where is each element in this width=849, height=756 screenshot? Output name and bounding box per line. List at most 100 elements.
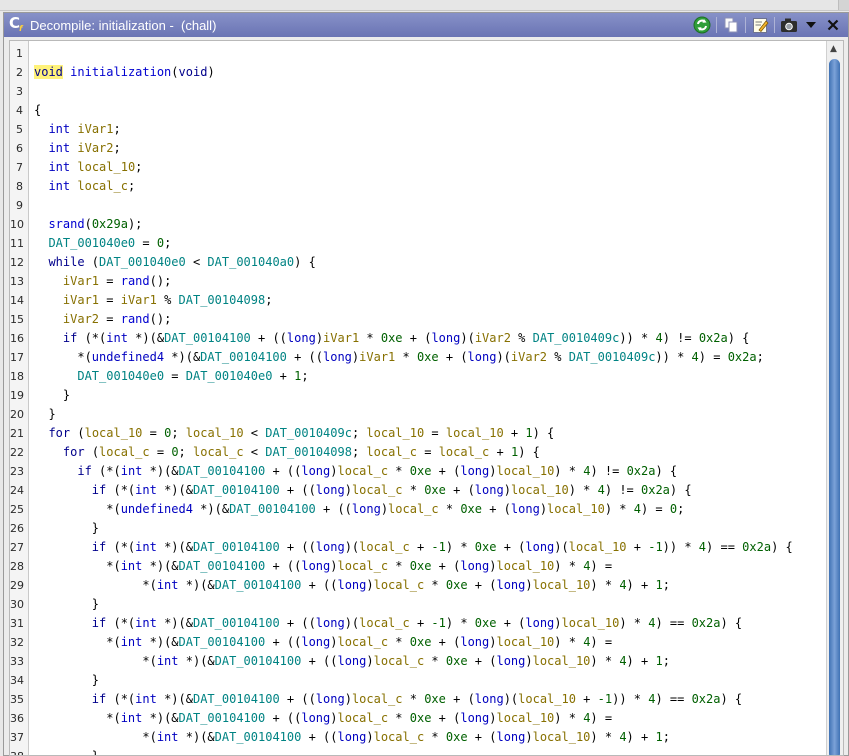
code-text[interactable]: if (*(int *)(&DAT_00104100 + ((long)loca… <box>34 481 692 500</box>
code-punct: ) { <box>294 255 316 269</box>
code-text[interactable]: *(int *)(&DAT_00104100 + ((long)local_c … <box>34 557 612 576</box>
code-line[interactable]: 11 DAT_001040e0 = 0; <box>10 234 828 253</box>
code-token: srand <box>48 217 85 231</box>
code-punct: )) * <box>619 331 656 345</box>
code-text[interactable]: iVar1 = rand(); <box>34 272 171 291</box>
code-text[interactable]: } <box>34 519 99 538</box>
edit-signature-button[interactable] <box>749 15 771 35</box>
code-text[interactable]: *(int *)(&DAT_00104100 + ((long)local_c … <box>34 709 612 728</box>
code-text[interactable]: DAT_001040e0 = DAT_001040e0 + 1; <box>34 367 308 386</box>
code-line[interactable]: 26 } <box>10 519 828 538</box>
code-text[interactable]: *(undefined4 *)(&DAT_00104100 + ((long)l… <box>34 500 684 519</box>
code-line[interactable]: 8 int local_c; <box>10 177 828 196</box>
code-text[interactable]: } <box>34 595 99 614</box>
code-token: DAT_001040a0 <box>207 255 295 269</box>
code-line[interactable]: 9 <box>10 196 828 215</box>
code-text[interactable]: int iVar2; <box>34 139 120 158</box>
code-token: 1 <box>655 578 663 592</box>
code-line[interactable]: 16 if (*(int *)(&DAT_00104100 + ((long)i… <box>10 329 828 348</box>
line-number: 10 <box>10 218 24 231</box>
code-line[interactable]: 21 for (local_10 = 0; local_10 < DAT_001… <box>10 424 828 443</box>
code-text[interactable]: } <box>34 386 70 405</box>
code-text[interactable]: *(undefined4 *)(&DAT_00104100 + ((long)i… <box>34 348 763 367</box>
code-text[interactable]: srand(0x29a); <box>34 215 142 234</box>
code-punct: *)(& <box>142 635 179 649</box>
code-text[interactable]: iVar2 = rand(); <box>34 310 171 329</box>
code-text[interactable]: DAT_001040e0 = 0; <box>34 234 171 253</box>
code-line[interactable]: 37 *(int *)(&DAT_00104100 + ((long)local… <box>10 728 828 747</box>
code-line[interactable]: 35 if (*(int *)(&DAT_00104100 + ((long)l… <box>10 690 828 709</box>
code-line[interactable]: 23 if (*(int *)(&DAT_00104100 + ((long)l… <box>10 462 828 481</box>
code-text[interactable]: if (*(int *)(&DAT_00104100 + ((long)loca… <box>34 462 677 481</box>
snapshot-button[interactable] <box>778 15 800 35</box>
code-text[interactable]: void initialization(void) <box>34 63 215 82</box>
code-text[interactable]: int local_c; <box>34 177 135 196</box>
code-text[interactable]: int iVar1; <box>34 120 120 139</box>
code-line[interactable]: 25 *(undefined4 *)(&DAT_00104100 + ((lon… <box>10 500 828 519</box>
code-line[interactable]: 34 } <box>10 671 828 690</box>
line-number: 12 <box>10 256 24 269</box>
code-line[interactable]: 17 *(undefined4 *)(&DAT_00104100 + ((lon… <box>10 348 828 367</box>
code-text[interactable]: int local_10; <box>34 158 142 177</box>
code-text[interactable]: *(int *)(&DAT_00104100 + ((long)local_c … <box>34 728 670 747</box>
code-text[interactable]: *(int *)(&DAT_00104100 + ((long)local_c … <box>34 633 612 652</box>
code-punct: = <box>149 445 172 459</box>
code-line[interactable]: 14 iVar1 = iVar1 % DAT_00104098; <box>10 291 828 310</box>
options-dropdown-button[interactable] <box>800 15 822 35</box>
code-line[interactable]: 2 void initialization(void) <box>10 63 828 82</box>
code-line[interactable]: 38 } <box>10 747 828 755</box>
code-text[interactable]: } <box>34 747 99 755</box>
code-line[interactable]: 19 } <box>10 386 828 405</box>
vertical-scrollbar[interactable]: ▲ <box>826 41 843 755</box>
code-line[interactable]: 33 *(int *)(&DAT_00104100 + ((long)local… <box>10 652 828 671</box>
code-text[interactable]: *(int *)(&DAT_00104100 + ((long)local_c … <box>34 576 670 595</box>
code-line[interactable]: 32 *(int *)(&DAT_00104100 + ((long)local… <box>10 633 828 652</box>
code-line[interactable]: 22 for (local_c = 0; local_c < DAT_00104… <box>10 443 828 462</box>
scroll-up-icon[interactable]: ▲ <box>830 44 837 54</box>
code-line[interactable]: 4{ <box>10 101 828 120</box>
code-token: 0xe <box>474 540 497 554</box>
code-line[interactable]: 31 if (*(int *)(&DAT_00104100 + ((long)(… <box>10 614 828 633</box>
code-text[interactable]: if (*(int *)(&DAT_00104100 + ((long)(loc… <box>34 614 742 633</box>
code-line[interactable]: 20 } <box>10 405 828 424</box>
code-line[interactable]: 1 <box>10 44 828 63</box>
code-text[interactable]: if (*(int *)(&DAT_00104100 + ((long)(loc… <box>34 538 793 557</box>
code-text[interactable]: for (local_c = 0; local_c < DAT_00104098… <box>34 443 540 462</box>
code-line[interactable]: 13 iVar1 = rand(); <box>10 272 828 291</box>
code-line[interactable]: 15 iVar2 = rand(); <box>10 310 828 329</box>
code-text[interactable]: iVar1 = iVar1 % DAT_00104098; <box>34 291 273 310</box>
code-punct: ) <box>525 578 533 592</box>
code-line[interactable]: 27 if (*(int *)(&DAT_00104100 + ((long)(… <box>10 538 828 557</box>
code-token: long <box>474 692 504 706</box>
code-line[interactable]: 30 } <box>10 595 828 614</box>
code-line[interactable]: 24 if (*(int *)(&DAT_00104100 + ((long)l… <box>10 481 828 500</box>
code-text[interactable]: if (*(int *)(&DAT_00104100 + ((long)iVar… <box>34 329 750 348</box>
code-punct: + (( <box>279 483 316 497</box>
code-line[interactable]: 6 int iVar2; <box>10 139 828 158</box>
code-editor[interactable]: 1 2 void initialization(void) 3 4{5 int iVar… <box>9 40 844 756</box>
code-punct: + <box>575 692 598 706</box>
code-line[interactable]: 5 int iVar1; <box>10 120 828 139</box>
code-line[interactable]: 3 <box>10 82 828 101</box>
copy-button[interactable] <box>720 15 742 35</box>
code-text[interactable]: if (*(int *)(&DAT_00104100 + ((long)loca… <box>34 690 742 709</box>
refresh-button[interactable] <box>691 15 713 35</box>
code-line[interactable]: 36 *(int *)(&DAT_00104100 + ((long)local… <box>10 709 828 728</box>
code-text[interactable]: } <box>34 405 55 424</box>
close-button[interactable] <box>822 15 844 35</box>
code-punct: ) != <box>662 331 699 345</box>
code-text[interactable]: *(int *)(&DAT_00104100 + ((long)local_c … <box>34 652 670 671</box>
code-line[interactable]: 29 *(int *)(&DAT_00104100 + ((long)local… <box>10 576 828 595</box>
code-punct <box>34 274 63 288</box>
scrollbar-thumb[interactable] <box>829 59 840 755</box>
title-toolbar <box>691 15 844 35</box>
code-text[interactable]: } <box>34 671 99 690</box>
code-text[interactable]: { <box>34 101 41 120</box>
code-line[interactable]: 12 while (DAT_001040e0 < DAT_001040a0) { <box>10 253 828 272</box>
code-text[interactable]: for (local_10 = 0; local_10 < DAT_001040… <box>34 424 554 443</box>
code-line[interactable]: 18 DAT_001040e0 = DAT_001040e0 + 1; <box>10 367 828 386</box>
code-line[interactable]: 10 srand(0x29a); <box>10 215 828 234</box>
code-line[interactable]: 28 *(int *)(&DAT_00104100 + ((long)local… <box>10 557 828 576</box>
code-line[interactable]: 7 int local_10; <box>10 158 828 177</box>
code-text[interactable]: while (DAT_001040e0 < DAT_001040a0) { <box>34 253 316 272</box>
